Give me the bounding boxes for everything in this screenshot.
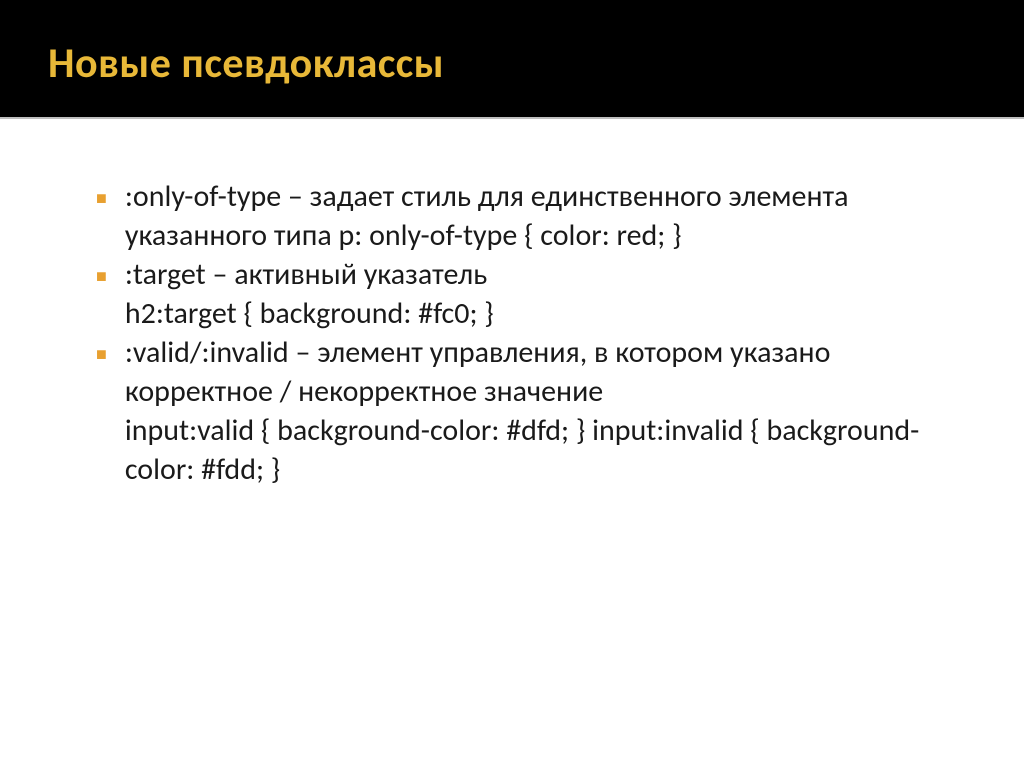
- slide-title: Новые псевдоклассы: [48, 38, 976, 89]
- bullet-text: :valid/:invalid – элемент управления, в …: [125, 333, 952, 489]
- bullet-text: :target – активный указатель h2:target {…: [125, 255, 494, 333]
- bullet-icon: ■: [96, 187, 107, 209]
- list-item: ■ :valid/:invalid – элемент управления, …: [96, 333, 952, 489]
- slide-header: Новые псевдоклассы: [0, 0, 1024, 119]
- list-item: ■ :only-of-type – задает стиль для единс…: [96, 177, 952, 255]
- list-item: ■ :target – активный указатель h2:target…: [96, 255, 952, 333]
- bullet-icon: ■: [96, 343, 107, 365]
- slide-content: ■ :only-of-type – задает стиль для единс…: [0, 119, 1024, 529]
- bullet-icon: ■: [96, 265, 107, 287]
- bullet-text: :only-of-type – задает стиль для единств…: [125, 177, 952, 255]
